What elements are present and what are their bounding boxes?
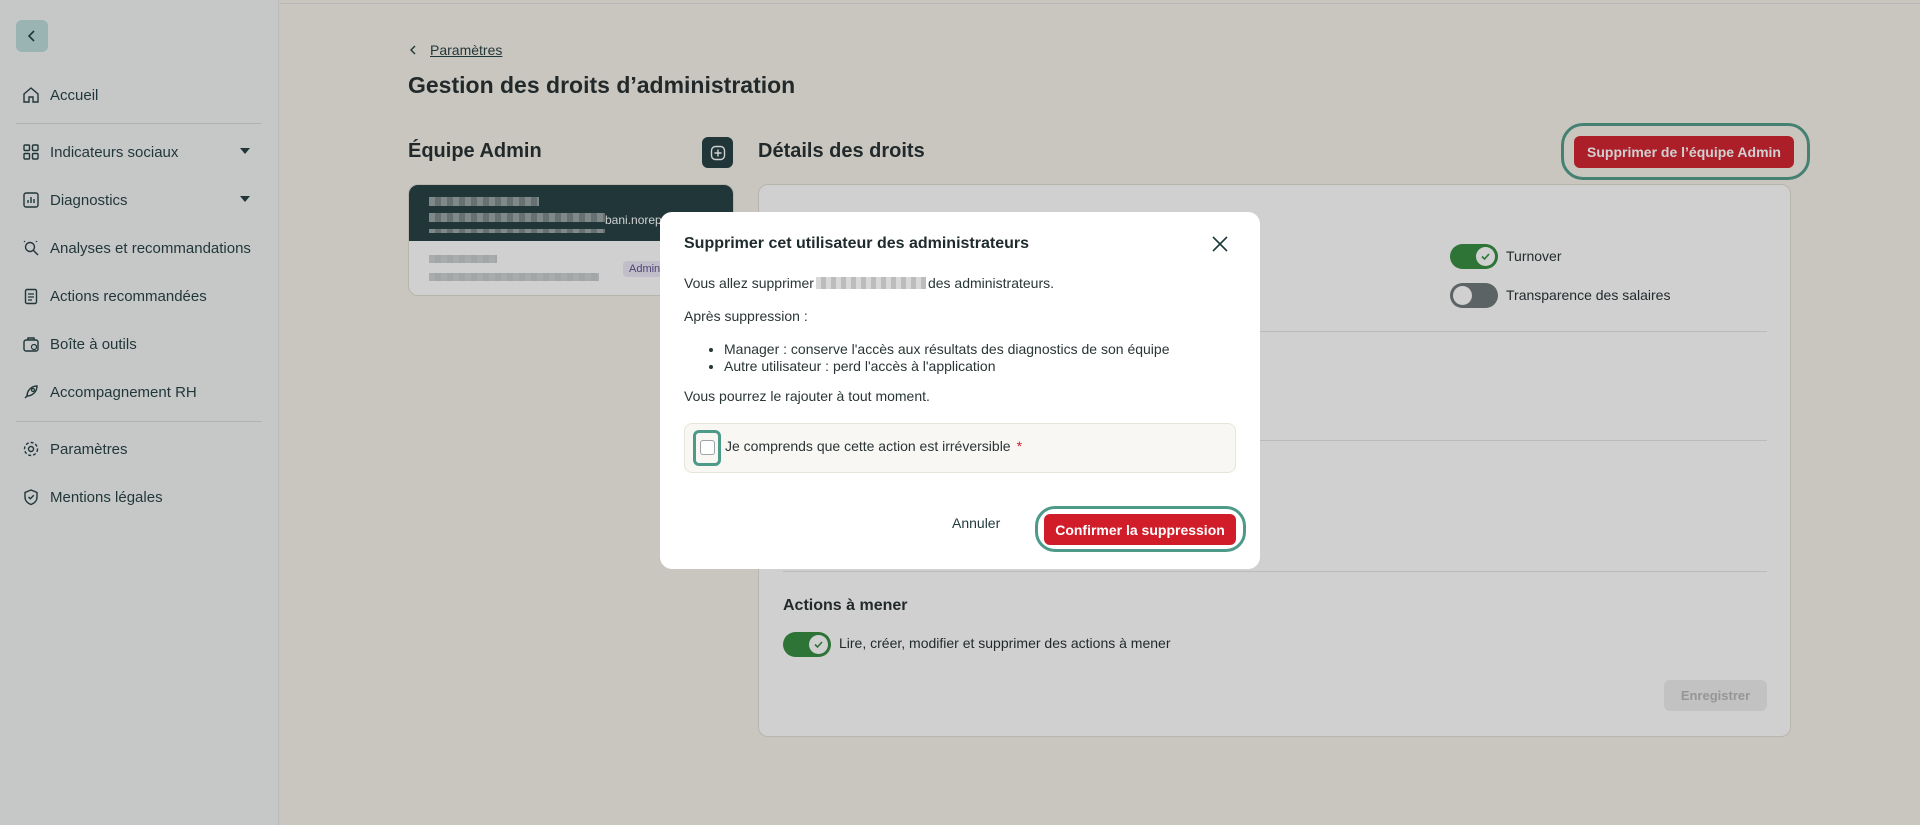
readd-text: Vous pourrez le rajouter à tout moment. — [684, 388, 930, 404]
close-button[interactable] — [1208, 232, 1232, 256]
redacted-user-name — [815, 277, 926, 289]
after-label: Après suppression : — [684, 308, 808, 324]
dialog-title: Supprimer cet utilisateur des administra… — [684, 235, 1029, 252]
required-mark: * — [1016, 438, 1023, 454]
list-item: Autre utilisateur : perd l'accès à l'app… — [724, 358, 1169, 375]
irreversible-checkbox[interactable] — [700, 440, 715, 455]
delete-admin-dialog: Supprimer cet utilisateur des administra… — [660, 212, 1260, 569]
cancel-button[interactable]: Annuler — [952, 515, 1000, 531]
confirm-delete-button[interactable]: Confirmer la suppression — [1044, 514, 1236, 545]
list-item: Manager : conserve l'accès aux résultats… — [724, 341, 1169, 358]
intro-after: des administrateurs. — [927, 275, 1055, 291]
intro-before: Vous allez supprimer — [684, 275, 814, 291]
close-icon — [1212, 236, 1228, 252]
dialog-intro: Vous allez supprimer des administrateurs… — [684, 275, 1054, 291]
checkbox-label-text: Je comprends que cette action est irréve… — [725, 438, 1011, 454]
consequences-list: Manager : conserve l'accès aux résultats… — [724, 341, 1169, 375]
checkbox-label[interactable]: Je comprends que cette action est irréve… — [725, 438, 1022, 454]
